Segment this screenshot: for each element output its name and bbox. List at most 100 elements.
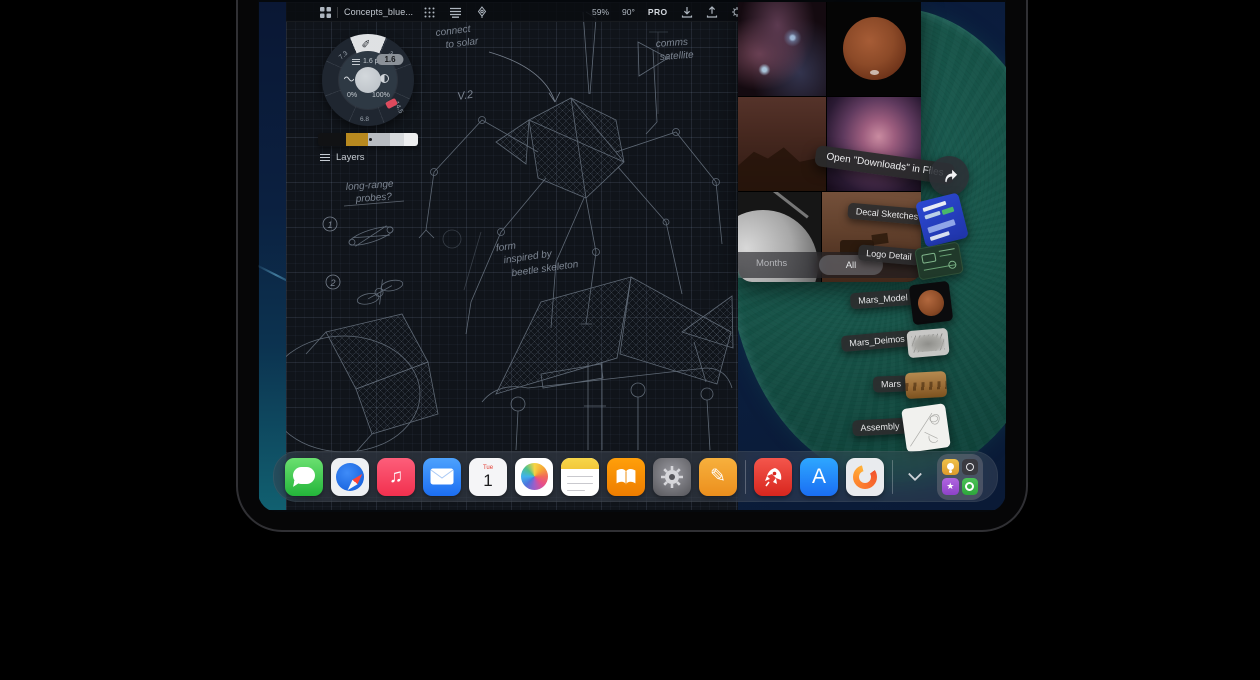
star-icon: ★ — [946, 482, 954, 491]
pencil-tool-icon: ✎ — [360, 38, 374, 48]
app-store-a-glyph: A — [812, 465, 826, 489]
layers-label: Layers — [336, 152, 365, 163]
chevron-down-icon — [908, 467, 922, 481]
dock-divider — [745, 460, 746, 494]
camera-lens-icon — [966, 463, 974, 471]
settings-app-icon[interactable] — [653, 458, 691, 496]
opacity-max-value: 100% — [372, 92, 390, 99]
dock: ♫ Tue 1 — [273, 451, 998, 502]
app-store-icon[interactable]: A — [800, 458, 838, 496]
envelope-icon — [430, 468, 454, 485]
dock-divider — [892, 460, 893, 494]
segment-size-6-8: 6.8 — [360, 116, 369, 123]
annotation-connect-line2: to solar — [445, 36, 480, 51]
wallpaper-left-strip — [259, 2, 286, 510]
concepts-app-icon[interactable] — [846, 458, 884, 496]
annotation-beetle-line1: form — [495, 241, 516, 255]
opacity-min-value: 0% — [347, 92, 357, 99]
layer-stack-icon[interactable] — [449, 2, 462, 22]
annotation-number-2: 2 — [329, 278, 335, 288]
opacity-icon — [380, 74, 389, 83]
notes-app-icon[interactable] — [561, 458, 599, 496]
photo-mars-globe[interactable] — [827, 2, 921, 96]
pro-badge[interactable]: PRO — [648, 7, 668, 17]
dock-chevron-button[interactable] — [901, 458, 929, 496]
calendar-day: 1 — [483, 472, 492, 489]
dots-grid-icon[interactable] — [424, 2, 435, 22]
swatch-light-gray[interactable] — [390, 133, 404, 146]
annotation-probes-line2: probes? — [354, 191, 392, 205]
notes-line — [567, 490, 585, 492]
mini-app-icon-camera — [962, 459, 979, 475]
drag-thumb-mars-deimos[interactable] — [906, 328, 949, 358]
swatch-white[interactable] — [404, 133, 418, 146]
export-share-icon[interactable] — [706, 2, 718, 22]
smoothing-wave-icon — [344, 75, 354, 83]
brush-tool-wheel[interactable]: ✎ 7.3 3.5 14.5 6.8 1.6 pts 0% — [322, 34, 414, 126]
ipad-screen: connect to solar comms satellite V.2 lon… — [258, 0, 1006, 512]
open-book-icon — [614, 467, 638, 486]
photos-flower-icon — [521, 463, 548, 490]
drag-thumb-mars[interactable] — [905, 371, 947, 399]
pen-tool-icon[interactable] — [476, 2, 488, 22]
annotation-comms-line1: comms — [655, 37, 688, 50]
calendar-app-icon[interactable]: Tue 1 — [469, 458, 507, 496]
mini-app-icon-yellow — [942, 459, 959, 475]
music-note-icon: ♫ — [389, 466, 403, 488]
document-title[interactable]: Concepts_blue... — [344, 7, 413, 17]
concepts-canvas[interactable]: connect to solar comms satellite V.2 lon… — [286, 2, 738, 510]
layers-menu-icon — [320, 153, 330, 163]
stroke-lines-icon — [352, 57, 360, 66]
photo-mars-landscape[interactable] — [738, 97, 826, 191]
stage: connect to solar comms satellite V.2 lon… — [0, 0, 1260, 680]
mail-app-icon[interactable] — [423, 458, 461, 496]
drag-thumb-assembly[interactable] — [901, 403, 951, 453]
color-swatch-bar[interactable] — [318, 133, 418, 146]
ring-icon — [965, 482, 974, 491]
tool-wheel-knob[interactable] — [355, 67, 381, 93]
notes-header-strip — [561, 458, 599, 469]
app-library-tile[interactable]: ★ — [937, 454, 983, 500]
toolbar-divider — [337, 7, 338, 18]
compass-icon — [336, 463, 364, 491]
tab-months[interactable]: Months — [756, 258, 787, 269]
workspace-grid-icon[interactable] — [320, 2, 331, 22]
lightbulb-icon — [947, 463, 954, 470]
annotation-number-1: 1 — [327, 220, 332, 230]
pen-app-icon[interactable]: ✎ — [699, 458, 737, 496]
drag-item-label[interactable]: Assembly — [852, 418, 908, 437]
safari-app-icon[interactable] — [331, 458, 369, 496]
annotation-version: V.2 — [457, 89, 474, 103]
notes-line — [567, 483, 593, 485]
drag-thumb-mars-model[interactable] — [909, 281, 954, 326]
share-forward-icon — [929, 156, 969, 196]
mini-app-icon-green — [962, 478, 979, 495]
drag-item-label[interactable]: Mars — [873, 375, 910, 392]
photos-app-window: Months All — [738, 2, 921, 282]
swatch-black[interactable] — [318, 133, 346, 146]
photos-app-icon[interactable] — [515, 458, 553, 496]
launcher-app-icon[interactable] — [754, 458, 792, 496]
messages-app-icon[interactable] — [285, 458, 323, 496]
rocket-icon — [761, 465, 785, 489]
gear-icon — [659, 464, 685, 490]
music-app-icon[interactable]: ♫ — [377, 458, 415, 496]
photo-nebula-blue[interactable] — [738, 2, 826, 96]
zoom-level[interactable]: 59% — [592, 7, 609, 17]
books-app-icon[interactable] — [607, 458, 645, 496]
rotation-value[interactable]: 90° — [622, 7, 635, 17]
notes-line — [567, 476, 593, 478]
selected-swatch-dot — [369, 138, 372, 141]
mini-app-icon-purple: ★ — [942, 478, 959, 495]
active-size-tab: 1.6 — [376, 54, 403, 65]
annotation-comms-line2: satellite — [659, 50, 694, 63]
concepts-c-icon — [853, 465, 877, 489]
swatch-gold[interactable] — [346, 133, 368, 146]
speech-bubble-icon — [293, 467, 315, 484]
pen-icon: ✎ — [710, 465, 726, 488]
screen-viewport: connect to solar comms satellite V.2 lon… — [259, 2, 1005, 510]
ipad-device-body: connect to solar comms satellite V.2 lon… — [236, 0, 1028, 532]
concepts-toolbar: Concepts_blue... — [286, 2, 738, 22]
layers-panel-header[interactable]: Layers — [320, 152, 365, 163]
import-icon[interactable] — [681, 2, 693, 22]
